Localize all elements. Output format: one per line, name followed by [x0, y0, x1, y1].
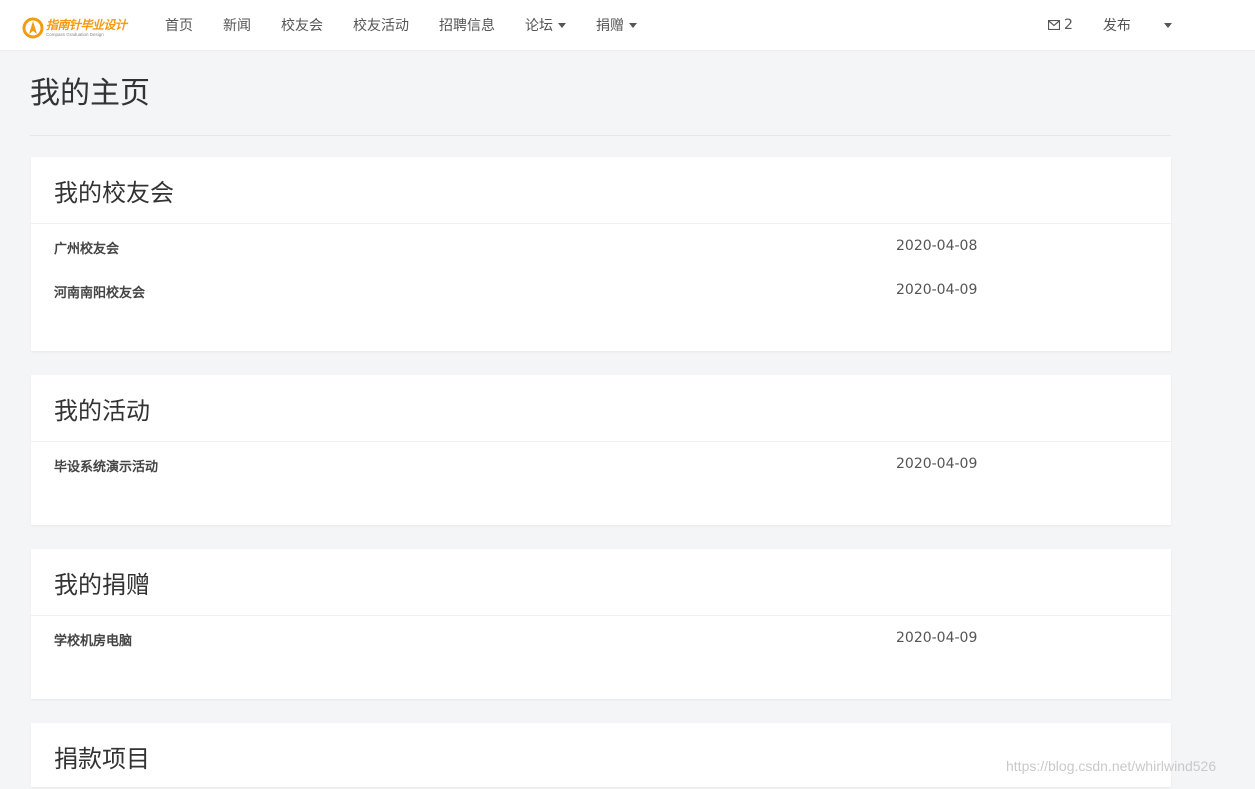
compass-logo-icon: [22, 17, 44, 39]
my-activities-card: 我的活动 毕设系统演示活动 2020-04-09: [31, 375, 1171, 525]
card-body: 毕设系统演示活动 2020-04-09: [31, 442, 1171, 498]
card-header: 我的捐赠: [31, 549, 1171, 616]
nav-item-alumni-association[interactable]: 校友会: [266, 0, 338, 50]
donation-projects-card: 捐款项目: [31, 723, 1171, 787]
nav-item-jobs[interactable]: 招聘信息: [424, 0, 510, 50]
top-navbar: 指南针毕业设计 Compass Graduation Design 首页 新闻 …: [0, 0, 1255, 51]
title-divider: [30, 135, 1171, 136]
nav-right: 2 发布: [1040, 0, 1175, 50]
alumni-name-link[interactable]: 广州校友会: [54, 238, 119, 257]
caret-down-icon: [558, 22, 566, 28]
row-date: 2020-04-08: [896, 238, 978, 254]
card-body: 广州校友会 2020-04-08 河南南阳校友会 2020-04-09: [31, 224, 1171, 324]
card-title: 捐款项目: [54, 744, 150, 773]
caret-down-icon: [1163, 22, 1172, 28]
row-date: 2020-04-09: [896, 456, 978, 472]
publish-button[interactable]: 发布: [1103, 15, 1131, 35]
card-title: 我的校友会: [54, 178, 174, 207]
list-item: 河南南阳校友会 2020-04-09: [54, 280, 1148, 324]
message-count: 2: [1064, 17, 1073, 33]
alumni-name-link[interactable]: 河南南阳校友会: [54, 282, 145, 301]
user-menu-dropdown[interactable]: [1161, 18, 1175, 32]
list-item: 学校机房电脑 2020-04-09: [54, 628, 1148, 672]
site-logo[interactable]: 指南针毕业设计 Compass Graduation Design: [22, 14, 132, 42]
caret-down-icon: [629, 22, 637, 28]
nav-item-news[interactable]: 新闻: [208, 0, 266, 50]
list-item: 广州校友会 2020-04-08: [54, 236, 1148, 280]
page-title: 我的主页: [30, 76, 150, 111]
card-title: 我的活动: [54, 396, 150, 425]
nav-item-alumni-activities[interactable]: 校友活动: [338, 0, 424, 50]
nav-item-forum-dropdown[interactable]: 论坛: [510, 0, 581, 50]
list-item: 毕设系统演示活动 2020-04-09: [54, 454, 1148, 498]
main-nav: 首页 新闻 校友会 校友活动 招聘信息 论坛 捐赠: [150, 0, 652, 50]
card-header: 我的活动: [31, 375, 1171, 442]
donation-name-link[interactable]: 学校机房电脑: [54, 630, 132, 649]
my-donations-card: 我的捐赠 学校机房电脑 2020-04-09: [31, 549, 1171, 699]
envelope-icon: [1048, 20, 1060, 30]
card-body: 学校机房电脑 2020-04-09: [31, 616, 1171, 672]
nav-item-donate-dropdown[interactable]: 捐赠: [581, 0, 652, 50]
messages-button[interactable]: 2: [1040, 17, 1081, 33]
logo-text-cn: 指南针毕业设计: [46, 17, 127, 32]
logo-text-en: Compass Graduation Design: [46, 31, 104, 37]
nav-item-home[interactable]: 首页: [150, 0, 208, 50]
my-alumni-card: 我的校友会 广州校友会 2020-04-08 河南南阳校友会 2020-04-0…: [31, 157, 1171, 351]
card-header: 捐款项目: [31, 723, 1171, 789]
watermark-text: https://blog.csdn.net/whirlwind526: [1006, 758, 1217, 774]
row-date: 2020-04-09: [896, 630, 978, 646]
row-date: 2020-04-09: [896, 282, 978, 298]
activity-name-link[interactable]: 毕设系统演示活动: [54, 456, 158, 475]
card-title: 我的捐赠: [54, 570, 150, 599]
card-header: 我的校友会: [31, 157, 1171, 224]
